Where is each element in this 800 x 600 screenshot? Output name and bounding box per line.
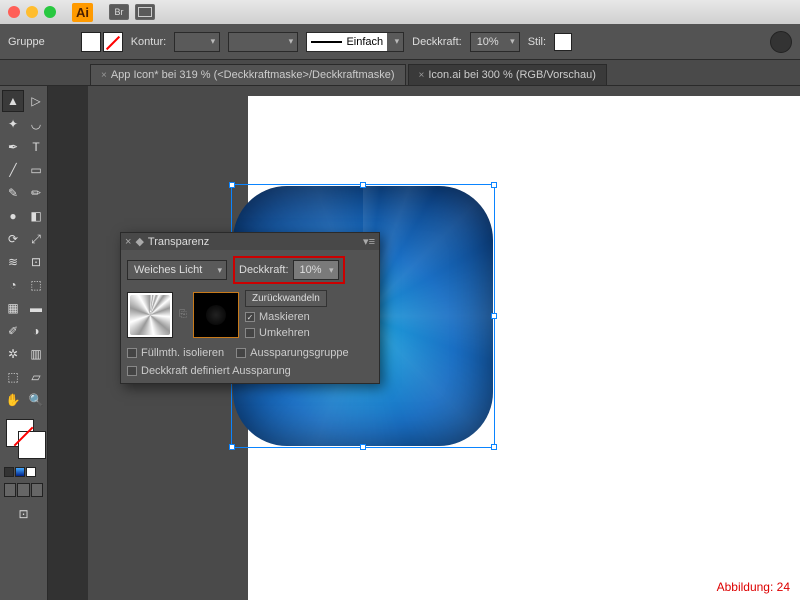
color-mode-icon[interactable] [4,467,14,477]
gradient-mode-icon[interactable] [15,467,25,477]
hand-tool[interactable]: ✋ [2,389,24,411]
draw-normal-icon[interactable] [4,483,16,497]
artwork-thumbnail[interactable] [127,292,173,338]
panel-collapse-icon[interactable]: ◆ [135,235,143,248]
arrange-icon[interactable] [135,4,155,20]
fill-swatch[interactable] [81,32,101,52]
stroke-style-dropdown[interactable]: Einfach [306,32,404,52]
invert-checkbox[interactable]: Umkehren [245,327,327,339]
window-zoom[interactable] [44,6,56,18]
screen-mode-icon[interactable]: ⊡ [13,503,35,525]
defines-knockout-checkbox[interactable]: Deckkraft definiert Aussparung [127,365,373,377]
tools-panel: ▲ ▷ ✦ ◡ ✒ T ╱ ▭ ✎ ✏ ● ◧ ⟳ ⤢ ≋ ⊡ ◔ ⬚ ▦ ▬ … [0,86,48,600]
stroke-swatch[interactable] [103,32,123,52]
document-tabs: × App Icon* bei 319 % (<Deckkraftmaske>/… [0,60,800,86]
mask-thumbnail[interactable] [193,292,239,338]
tab-label: Icon.ai bei 300 % (RGB/Vorschau) [428,69,596,81]
none-mode-icon[interactable] [26,467,36,477]
stroke-weight-dropdown[interactable] [174,32,220,52]
pen-tool[interactable]: ✒ [2,136,24,158]
perspective-tool[interactable]: ⬚ [25,274,47,296]
panel-title: Transparenz [148,236,363,248]
slice-tool[interactable]: ▱ [25,366,47,388]
opacity-input[interactable]: 10% [293,260,339,280]
selection-type: Gruppe [8,36,45,48]
tab-label: App Icon* bei 319 % (<Deckkraftmaske>/De… [111,69,395,81]
artboard-tool[interactable]: ⬚ [2,366,24,388]
blend-tool[interactable]: ◑ [25,320,47,342]
blob-tool[interactable]: ● [2,205,24,227]
mask-checkbox[interactable]: ✓Maskieren [245,311,327,323]
stroke-label: Kontur: [131,36,166,48]
lasso-tool[interactable]: ◡ [25,113,47,135]
panel-close-icon[interactable]: × [125,236,131,248]
opacity-label: Deckkraft: [239,264,289,276]
opacity-label: Deckkraft: [412,36,462,48]
selection-tool[interactable]: ▲ [2,90,24,112]
width-tool[interactable]: ≋ [2,251,24,273]
type-tool[interactable]: T [25,136,47,158]
draw-inside-icon[interactable] [31,483,43,497]
pencil-tool[interactable]: ✏ [25,182,47,204]
style-label: Stil: [528,36,546,48]
blend-mode-dropdown[interactable]: Weiches Licht [127,260,227,280]
close-icon[interactable]: × [101,70,107,81]
handle[interactable] [229,182,235,188]
window-minimize[interactable] [26,6,38,18]
free-transform-tool[interactable]: ⊡ [25,251,47,273]
opacity-highlight: Deckkraft: 10% [233,256,345,284]
tab-icon-ai[interactable]: × Icon.ai bei 300 % (RGB/Vorschau) [408,64,607,85]
transparency-panel[interactable]: × ◆ Transparenz ▾≡ Weiches Licht Deckkra… [120,232,380,384]
close-icon[interactable]: × [419,70,425,81]
stroke-color-swatch[interactable] [18,431,46,459]
rotate-tool[interactable]: ⟳ [2,228,24,250]
control-bar: Gruppe Kontur: Einfach Deckkraft: 10% St… [0,24,800,60]
gradient-tool[interactable]: ▬ [25,297,47,319]
graphic-style-swatch[interactable] [554,33,572,51]
draw-behind-icon[interactable] [17,483,29,497]
app-icon: Ai [72,3,93,22]
eraser-tool[interactable]: ◧ [25,205,47,227]
isolate-checkbox[interactable]: Füllmth. isolieren [127,347,224,359]
line-tool[interactable]: ╱ [2,159,24,181]
figure-caption: Abbildung: 24 [717,580,790,594]
release-button[interactable]: Zurückwandeln [245,290,327,307]
titlebar: Ai Br [0,0,800,24]
symbol-tool[interactable]: ✲ [2,343,24,365]
direct-selection-tool[interactable]: ▷ [25,90,47,112]
panel-menu-icon[interactable]: ▾≡ [363,235,375,248]
opacity-dropdown[interactable]: 10% [470,32,520,52]
handle[interactable] [229,444,235,450]
link-icon[interactable]: ⎘ [179,309,187,320]
fill-stroke-swatches[interactable] [2,419,45,463]
zoom-tool[interactable]: 🔍 [25,389,47,411]
tab-app-icon[interactable]: × App Icon* bei 319 % (<Deckkraftmaske>/… [90,64,406,85]
sync-icon[interactable] [770,31,792,53]
shape-builder-tool[interactable]: ◔ [2,274,24,296]
knockout-checkbox[interactable]: Aussparungsgruppe [236,347,348,359]
graph-tool[interactable]: ▥ [25,343,47,365]
stroke-width-dropdown[interactable] [228,32,298,52]
rectangle-tool[interactable]: ▭ [25,159,47,181]
magic-wand-tool[interactable]: ✦ [2,113,24,135]
scale-tool[interactable]: ⤢ [25,228,47,250]
bridge-icon[interactable]: Br [109,4,129,20]
mesh-tool[interactable]: ▦ [2,297,24,319]
window-close[interactable] [8,6,20,18]
paintbrush-tool[interactable]: ✎ [2,182,24,204]
eyedropper-tool[interactable]: ✐ [2,320,24,342]
